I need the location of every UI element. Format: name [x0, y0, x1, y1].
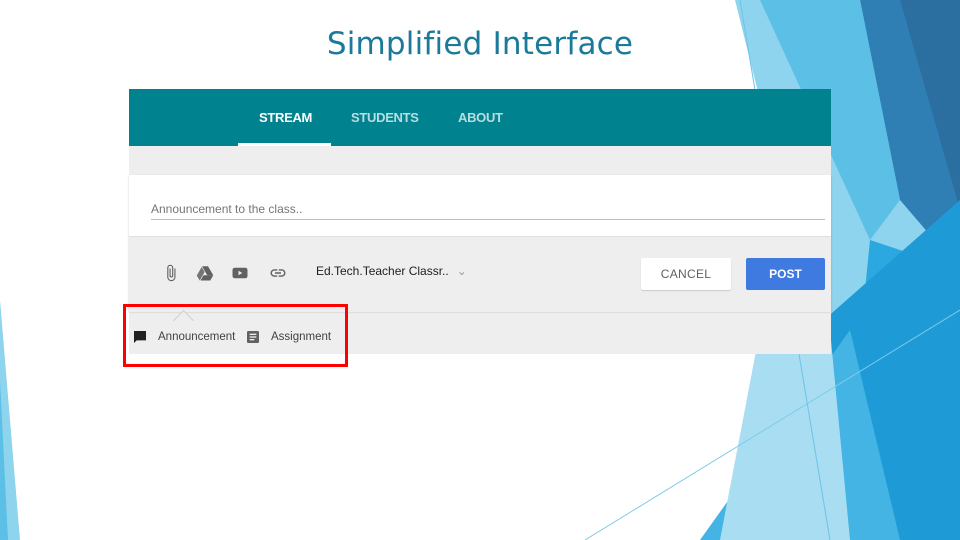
compose-card: Ed.Tech.Teacher Classr.. ⌄ CANCEL POST: [129, 175, 831, 312]
active-tab-indicator: [238, 143, 331, 146]
class-selector-label: Ed.Tech.Teacher Classr..: [316, 264, 449, 278]
class-selector[interactable]: Ed.Tech.Teacher Classr.. ⌄: [316, 264, 467, 278]
chevron-down-icon: ⌄: [456, 264, 467, 278]
classroom-header: STREAM STUDENTS ABOUT: [129, 89, 831, 146]
announcement-input[interactable]: [151, 199, 825, 220]
post-button[interactable]: POST: [746, 258, 825, 290]
tab-about[interactable]: ABOUT: [458, 89, 503, 146]
highlight-box: [123, 304, 348, 367]
link-icon[interactable]: [269, 264, 287, 282]
tab-stream[interactable]: STREAM: [259, 89, 312, 146]
compose-toolbar: Ed.Tech.Teacher Classr.. ⌄ CANCEL POST: [129, 236, 831, 312]
tab-students[interactable]: STUDENTS: [351, 89, 419, 146]
cancel-button[interactable]: CANCEL: [641, 258, 731, 290]
youtube-icon[interactable]: [231, 264, 249, 282]
drive-icon[interactable]: [196, 264, 214, 282]
attach-icon[interactable]: [162, 264, 180, 282]
slide-title: Simplified Interface: [326, 26, 634, 62]
